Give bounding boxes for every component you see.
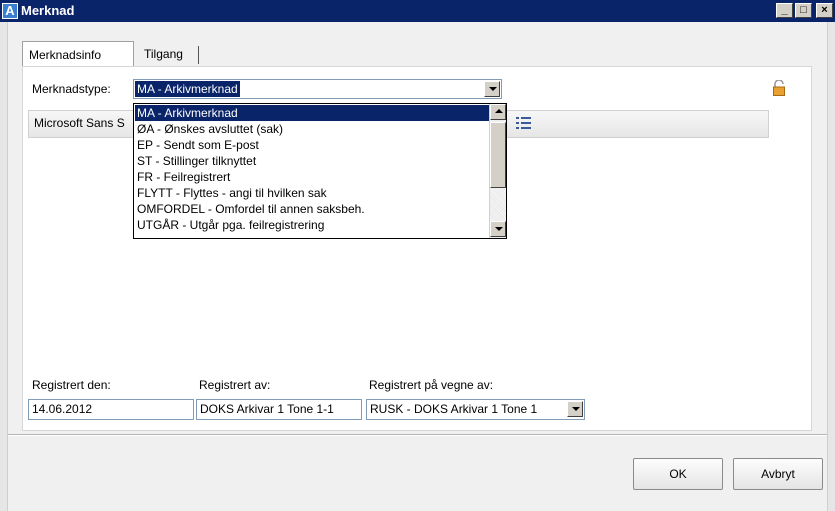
chevron-down-icon — [489, 87, 497, 91]
scrollbar-thumb[interactable] — [490, 122, 506, 188]
minimize-button[interactable]: _ — [776, 3, 793, 18]
scroll-down-button[interactable] — [490, 221, 506, 237]
registrert-paa-vegne-av-select[interactable]: RUSK - DOKS Arkivar 1 Tone 1 — [366, 399, 585, 420]
tab-merknadsinfo[interactable]: Merknadsinfo — [22, 41, 134, 67]
ok-button[interactable]: OK — [633, 458, 723, 490]
registrert-av-field[interactable]: DOKS Arkivar 1 Tone 1-1 — [196, 399, 362, 420]
merknadstype-select[interactable]: MA - Arkivmerknad — [133, 79, 502, 99]
font-family-select[interactable]: Microsoft Sans S — [32, 113, 125, 133]
window-frame-left — [0, 22, 8, 511]
dropdown-option[interactable]: ST - Stillinger tilknyttet — [135, 153, 489, 169]
dropdown-option[interactable]: OMFORDEL - Omfordel til annen saksbeh. — [135, 201, 489, 217]
dropdown-option[interactable]: ØA - Ønskes avsluttet (sak) — [135, 121, 489, 137]
dropdown-scrollbar[interactable] — [489, 104, 506, 238]
registrert-den-label: Registrert den: — [32, 378, 111, 392]
close-button[interactable]: × — [816, 3, 833, 18]
maximize-button[interactable]: □ — [795, 3, 812, 18]
dropdown-option[interactable]: FR - Feilregistrert — [135, 169, 489, 185]
tab-tilgang[interactable]: Tilgang — [138, 41, 189, 67]
dropdown-option[interactable]: FLYTT - Flyttes - angi til hvilken sak — [135, 185, 489, 201]
scroll-up-button[interactable] — [490, 104, 506, 120]
registrert-paa-vegne-av-label: Registrert på vegne av: — [369, 378, 494, 392]
merknadstype-dropdown-button[interactable] — [484, 81, 500, 97]
cancel-button[interactable]: Avbryt — [733, 458, 823, 490]
merknadstype-dropdown-list: MA - Arkivmerknad ØA - Ønskes avsluttet … — [133, 103, 507, 239]
merknadstype-label: Merknadstype: — [32, 82, 111, 96]
chevron-down-icon — [495, 227, 503, 231]
dropdown-option[interactable]: UTGÅR - Utgår pga. feilregistrering — [135, 217, 489, 233]
registrert-paa-vegne-av-value: RUSK - DOKS Arkivar 1 Tone 1 — [370, 402, 538, 416]
window-frame-right — [827, 22, 835, 511]
registrert-den-field[interactable]: 14.06.2012 — [28, 399, 194, 420]
chevron-up-icon — [495, 109, 503, 113]
list-icon[interactable] — [516, 116, 532, 130]
window-title: Merknad — [21, 3, 75, 18]
registrert-av-label: Registrert av: — [199, 378, 271, 392]
tab-divider — [198, 46, 199, 64]
chevron-down-icon — [572, 407, 580, 411]
footer-divider-highlight — [8, 435, 827, 436]
title-bar: A Merknad _ □ × — [0, 0, 835, 22]
app-icon: A — [2, 3, 18, 19]
merknadstype-value: MA - Arkivmerknad — [135, 81, 240, 97]
dropdown-option[interactable]: EP - Sendt som E-post — [135, 137, 489, 153]
dropdown-option[interactable]: MA - Arkivmerknad — [135, 105, 489, 121]
lock-icon[interactable] — [773, 80, 785, 96]
registrert-paa-vegne-av-dropdown-button[interactable] — [567, 401, 583, 417]
